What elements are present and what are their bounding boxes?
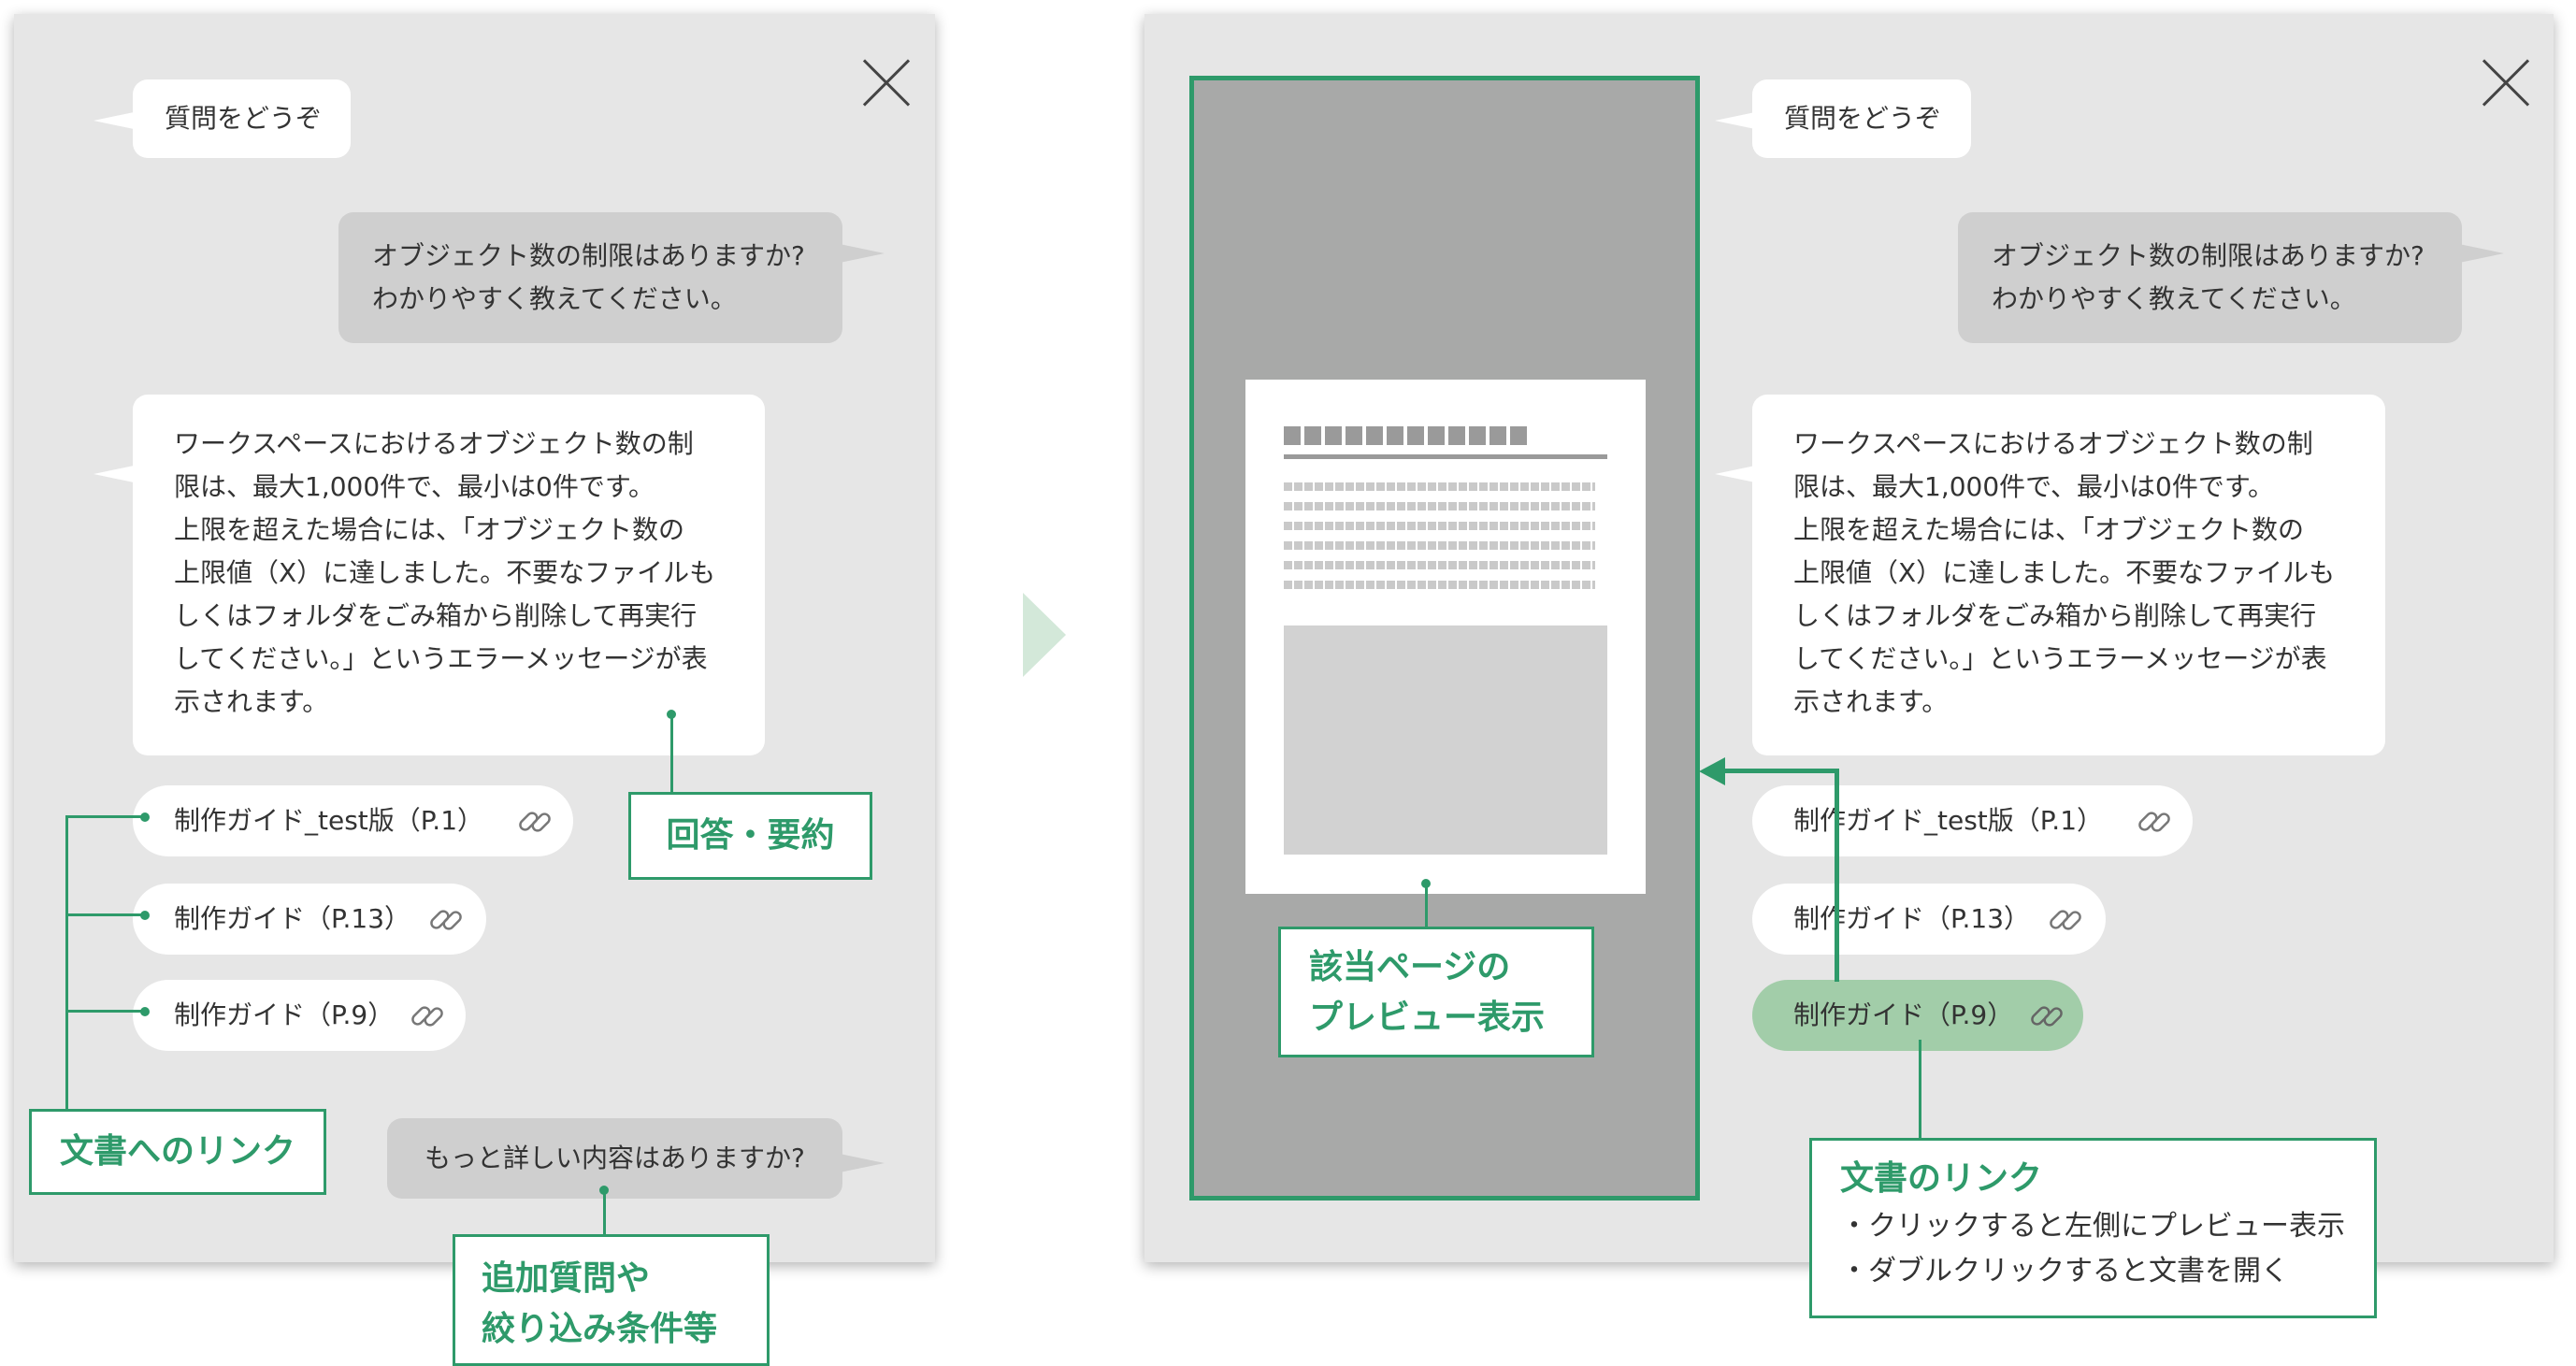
connector-dot	[140, 812, 150, 822]
question-line: オブジェクト数の制限はありますか?	[1992, 240, 2425, 271]
link-icon	[2050, 910, 2081, 930]
link-icon	[411, 1006, 443, 1027]
answer-line: しくはフォルダをごみ箱から削除して再実行	[1793, 600, 2317, 631]
callout-doc-link-note: 文書のリンク ・クリックすると左側にプレビュー表示 ・ダブルクリックすると文書を…	[1809, 1138, 2377, 1318]
callout-note: ・クリックすると左側にプレビュー表示	[1840, 1210, 2345, 1243]
answer-line: 示されます。	[1793, 686, 1949, 717]
doc-link-label: 制作ガイド_test版（P.1）	[174, 805, 484, 836]
answer-line: 上限値（X）に達しました。不要なファイルも	[1793, 557, 2336, 588]
page-heading-placeholder	[1284, 426, 1531, 445]
callout-text: 文書へのリンク	[59, 1132, 295, 1171]
greeting-text: 質問をどうぞ	[1784, 103, 1942, 134]
answer-line: ワークスペースにおけるオブジェクト数の制	[174, 428, 694, 459]
doc-link-p13[interactable]: 制作ガイド（P.13）	[133, 884, 486, 955]
connector-dot	[140, 1007, 150, 1016]
answer-line: しくはフォルダをごみ箱から削除して再実行	[174, 600, 698, 631]
greeting-bubble: 質問をどうぞ	[133, 79, 351, 158]
bubble-tail	[94, 465, 138, 483]
preview-arrow-line	[1725, 769, 1839, 773]
callout-text: 追加質問や	[482, 1259, 651, 1298]
followup-question-bubble: もっと詳しい内容はありますか?	[387, 1118, 842, 1199]
user-question-bubble: オブジェクト数の制限はありますか? わかりやすく教えてください。	[1958, 212, 2462, 343]
callout-preview: 該当ページの プレビュー表示	[1278, 927, 1594, 1057]
link-icon	[519, 812, 551, 832]
doc-link-label: 制作ガイド（P.13）	[174, 903, 411, 934]
callout-title: 文書のリンク	[1840, 1159, 2043, 1198]
answer-line: 限は、最大1,000件で、最小は0件です。	[1793, 471, 2275, 502]
preview-arrow-line	[1835, 769, 1839, 982]
bubble-tail	[840, 244, 885, 263]
answer-line: してください。」というエラーメッセージが表	[174, 643, 708, 674]
doc-link-p1[interactable]: 制作ガイド_test版（P.1）	[1752, 785, 2193, 856]
doc-link-label: 制作ガイド_test版（P.1）	[1793, 805, 2104, 836]
answer-line: してください。」というエラーメッセージが表	[1793, 643, 2327, 674]
answer-line: 上限値（X）に達しました。不要なファイルも	[174, 557, 716, 588]
bubble-tail	[840, 1154, 885, 1172]
connector-line	[65, 815, 144, 818]
callout-doc-links: 文書へのリンク	[29, 1109, 326, 1195]
connector-line	[1919, 1040, 1921, 1138]
arrow-head-icon	[1699, 757, 1725, 785]
greeting-text: 質問をどうぞ	[165, 103, 323, 134]
answer-line: ワークスペースにおけるオブジェクト数の制	[1793, 428, 2313, 459]
connector-line	[65, 815, 68, 1110]
doc-link-p13[interactable]: 制作ガイド（P.13）	[1752, 884, 2106, 955]
callout-answer-summary: 回答・要約	[628, 792, 872, 880]
callout-note: ・ダブルクリックすると文書を開く	[1840, 1255, 2289, 1287]
connector-line	[65, 1010, 144, 1013]
doc-link-label: 制作ガイド（P.13）	[1793, 903, 2031, 934]
user-question-bubble: オブジェクト数の制限はありますか? わかりやすく教えてください。	[338, 212, 842, 343]
question-line: わかりやすく教えてください。	[1992, 283, 2356, 314]
callout-text: 回答・要約	[666, 816, 835, 855]
answer-bubble: ワークスペースにおけるオブジェクト数の制 限は、最大1,000件で、最小は0件で…	[133, 395, 765, 755]
link-icon	[430, 910, 462, 930]
link-icon	[2031, 1006, 2063, 1027]
chat-panel-left: 質問をどうぞ オブジェクト数の制限はありますか? わかりやすく教えてください。 …	[14, 14, 935, 1262]
bubble-tail	[2459, 244, 2504, 263]
doc-link-p9-selected[interactable]: 制作ガイド（P.9）	[1752, 980, 2083, 1051]
callout-text: プレビュー表示	[1309, 999, 1546, 1037]
connector-line	[1425, 883, 1428, 927]
answer-bubble: ワークスペースにおけるオブジェクト数の制 限は、最大1,000件で、最小は0件で…	[1752, 395, 2385, 755]
close-icon[interactable]	[860, 56, 913, 108]
answer-line: 示されます。	[174, 686, 329, 717]
callout-text: 絞り込み条件等	[482, 1310, 718, 1348]
doc-link-label: 制作ガイド（P.9）	[174, 999, 395, 1030]
connector-line	[603, 1189, 606, 1234]
close-icon[interactable]	[2480, 56, 2532, 108]
callout-followup: 追加質問や 絞り込み条件等	[453, 1234, 770, 1366]
doc-link-p9[interactable]: 制作ガイド（P.9）	[133, 980, 466, 1051]
doc-link-p1[interactable]: 制作ガイド_test版（P.1）	[133, 785, 573, 856]
bubble-tail	[94, 111, 138, 130]
doc-link-label: 制作ガイド（P.9）	[1793, 999, 2014, 1030]
page-rule	[1284, 454, 1607, 459]
answer-line: 上限を超えた場合には、「オブジェクト数の	[174, 514, 685, 545]
page-text-placeholder	[1284, 482, 1595, 598]
preview-page	[1245, 380, 1646, 894]
connector-line	[670, 714, 673, 795]
callout-text: 該当ページの	[1309, 948, 1511, 986]
next-arrow-icon	[1023, 593, 1066, 677]
question-line: オブジェクト数の制限はありますか?	[372, 240, 805, 271]
greeting-bubble: 質問をどうぞ	[1752, 79, 1971, 158]
link-icon	[2138, 812, 2170, 832]
question-line: わかりやすく教えてください。	[372, 283, 737, 314]
connector-dot	[140, 911, 150, 920]
followup-text: もっと詳しい内容はありますか?	[425, 1143, 805, 1173]
connector-line	[65, 913, 144, 916]
answer-line: 限は、最大1,000件で、最小は0件です。	[174, 471, 655, 502]
answer-line: 上限を超えた場合には、「オブジェクト数の	[1793, 514, 2305, 545]
page-image-placeholder	[1284, 625, 1607, 855]
chat-panel-right: 質問をどうぞ オブジェクト数の制限はありますか? わかりやすく教えてください。 …	[1144, 14, 2554, 1262]
